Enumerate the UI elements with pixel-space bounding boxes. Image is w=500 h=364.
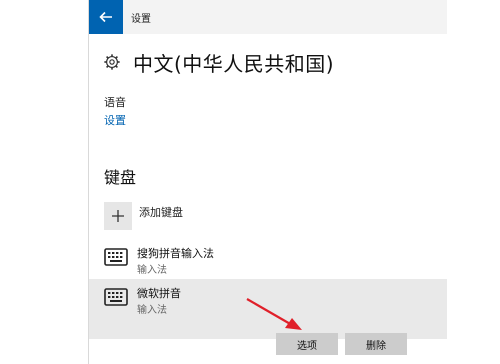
speech-label: 语音 <box>104 96 126 109</box>
back-button[interactable] <box>89 0 123 34</box>
settings-window: 设置 中文(中华人民共和国) 语音 设置 键盘 添加键盘 搜狗拼音输入法 输入法… <box>88 0 447 364</box>
keyboard-icon <box>104 248 128 266</box>
keyboard-section-title: 键盘 <box>104 168 137 187</box>
delete-button[interactable]: 删除 <box>345 333 407 355</box>
app-title: 设置 <box>131 14 151 25</box>
speech-settings-link[interactable]: 设置 <box>104 112 126 128</box>
keyboard-type: 输入法 <box>137 265 167 276</box>
title-bar: 设置 <box>89 0 447 34</box>
add-keyboard-label: 添加键盘 <box>139 206 183 219</box>
plus-icon <box>112 210 124 222</box>
keyboard-icon <box>104 288 128 306</box>
add-keyboard-button[interactable]: 添加键盘 <box>104 202 183 230</box>
page-header: 中文(中华人民共和国) <box>103 47 334 77</box>
back-arrow-icon <box>99 11 112 23</box>
keyboard-name: 微软拼音 <box>137 287 181 300</box>
add-icon-box[interactable] <box>104 202 132 230</box>
keyboard-name: 搜狗拼音输入法 <box>137 247 214 260</box>
options-button[interactable]: 选项 <box>276 333 338 355</box>
gear-icon <box>104 54 120 70</box>
page-title: 中文(中华人民共和国) <box>133 51 335 76</box>
keyboard-type: 输入法 <box>137 305 167 316</box>
keyboard-item-microsoft-pinyin[interactable]: 微软拼音 输入法 <box>89 279 447 339</box>
